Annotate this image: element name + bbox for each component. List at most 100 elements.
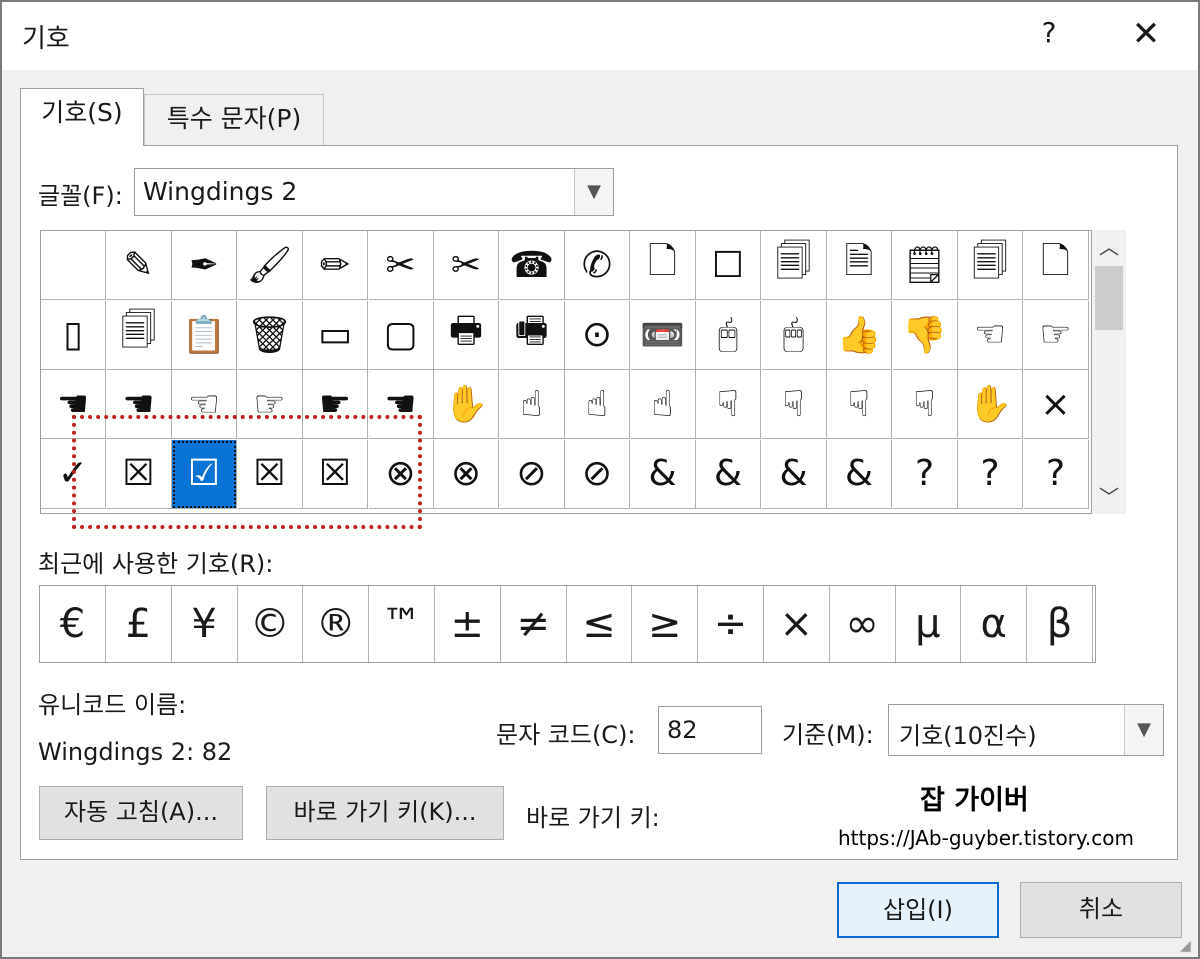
scroll-thumb[interactable]: [1095, 266, 1123, 330]
symbol-cell[interactable]: 🗐: [106, 300, 172, 370]
symbol-cell[interactable]: ☞: [1023, 300, 1089, 370]
symbol-cell[interactable]: &: [827, 439, 892, 509]
chevron-down-icon[interactable]: ▼: [574, 169, 613, 215]
highlight-annotation: [72, 415, 422, 529]
insert-button[interactable]: 삽입(I): [837, 882, 999, 938]
recent-symbol-cell[interactable]: ™: [369, 586, 435, 662]
recent-symbol-cell[interactable]: β: [1027, 586, 1093, 662]
resize-grip-icon[interactable]: ◢: [1180, 939, 1194, 953]
recent-symbol-cell[interactable]: ≠: [501, 586, 567, 662]
tab-symbols[interactable]: 기호(S): [20, 88, 144, 146]
symbol-cell[interactable]: ☐: [696, 231, 761, 300]
symbol-cell[interactable]: 🖶: [434, 300, 499, 370]
symbol-cell[interactable]: ▢: [368, 300, 434, 370]
watermark-url: https://JAb-guyber.tistory.com: [838, 826, 1134, 850]
char-code-input[interactable]: 82: [658, 706, 762, 754]
symbol-cell[interactable]: ☝: [565, 370, 630, 439]
tab-special-characters[interactable]: 특수 문자(P): [144, 94, 324, 146]
recent-symbols-grid[interactable]: € £ ¥ © ® ™ ± ≠ ≤ ≥ ÷ × ∞ μ α β: [39, 585, 1096, 663]
symbol-cell[interactable]: ☟: [761, 370, 827, 439]
symbol-cell[interactable]: 🖱: [761, 300, 827, 370]
symbol-cell[interactable]: &: [696, 439, 761, 509]
symbol-cell[interactable]: ☟: [827, 370, 892, 439]
help-button[interactable]: ?: [1032, 16, 1066, 49]
symbol-grid-scrollbar[interactable]: ︿ ﹀: [1092, 230, 1126, 514]
scroll-down-icon[interactable]: ﹀: [1092, 482, 1126, 512]
symbol-cell[interactable]: ☝: [630, 370, 696, 439]
chevron-down-icon[interactable]: ▼: [1124, 705, 1163, 755]
symbol-cell[interactable]: 🗑: [237, 300, 303, 370]
recent-symbol-cell[interactable]: ±: [435, 586, 501, 662]
symbol-dialog: 기호 ? ✕ 기호(S) 특수 문자(P) 글꼴(F): Wingdings 2…: [0, 0, 1200, 959]
title-bar: 기호 ? ✕: [2, 2, 1198, 70]
symbol-cell[interactable]: &: [630, 439, 696, 509]
symbol-cell[interactable]: ?: [892, 439, 958, 509]
symbol-cell[interactable]: ✏: [303, 231, 368, 300]
unicode-name-label: 유니코드 이름:: [38, 691, 187, 719]
symbol-cell[interactable]: 🖰: [696, 300, 761, 370]
symbol-cell[interactable]: 📋: [172, 300, 237, 370]
symbol-cell[interactable]: ?: [958, 439, 1023, 509]
symbol-cell[interactable]: 🗒: [892, 231, 958, 300]
symbol-cell[interactable]: 👍: [827, 300, 892, 370]
symbol-cell[interactable]: ×: [1023, 370, 1089, 439]
font-value: Wingdings 2: [143, 177, 298, 206]
recent-symbol-cell[interactable]: α: [961, 586, 1028, 662]
symbol-cell[interactable]: ⊘: [499, 439, 565, 509]
symbol-cell[interactable]: 📼: [630, 300, 696, 370]
base-dropdown[interactable]: 기호(10진수) ▼: [888, 704, 1164, 756]
symbol-cell[interactable]: 🗐: [761, 231, 827, 300]
cancel-button[interactable]: 취소: [1020, 882, 1182, 938]
symbol-cell[interactable]: ▭: [303, 300, 368, 370]
unicode-name-value: Wingdings 2: 82: [38, 738, 233, 766]
symbol-cell[interactable]: ✒: [172, 231, 237, 300]
font-label: 글꼴(F):: [38, 182, 123, 210]
watermark-title: 잡 가이버: [920, 785, 1029, 816]
recent-symbol-cell[interactable]: μ: [895, 586, 962, 662]
symbol-cell[interactable]: ✎: [106, 231, 172, 300]
symbol-cell[interactable]: ?: [1023, 439, 1089, 509]
symbol-cell[interactable]: ✂: [434, 231, 499, 300]
symbol-cell[interactable]: ☜: [958, 300, 1023, 370]
symbol-cell[interactable]: 🗋: [630, 231, 696, 300]
symbol-cell[interactable]: ⊗: [434, 439, 499, 509]
recent-symbol-cell[interactable]: ≤: [566, 586, 633, 662]
recent-symbol-cell[interactable]: ×: [764, 586, 830, 662]
recent-symbol-cell[interactable]: ≥: [632, 586, 699, 662]
symbol-cell[interactable]: 🖷: [499, 300, 565, 370]
dialog-title: 기호: [22, 24, 70, 54]
char-code-label: 문자 코드(C):: [496, 721, 636, 749]
autocorrect-button[interactable]: 자동 고침(A)...: [39, 786, 243, 840]
recent-symbol-cell[interactable]: ÷: [698, 586, 764, 662]
font-dropdown[interactable]: Wingdings 2 ▼: [134, 168, 614, 216]
symbol-cell[interactable]: ⊙: [565, 300, 630, 370]
symbol-cell[interactable]: ✂: [368, 231, 434, 300]
recent-symbol-cell[interactable]: £: [106, 586, 172, 662]
close-icon[interactable]: ✕: [1126, 14, 1166, 54]
symbol-cell[interactable]: ☟: [696, 370, 761, 439]
scroll-up-icon[interactable]: ︿: [1092, 232, 1126, 262]
symbol-cell[interactable]: ☟: [892, 370, 958, 439]
symbol-cell[interactable]: 🗋: [1023, 231, 1089, 300]
recent-symbol-cell[interactable]: ¥: [172, 586, 238, 662]
shortcut-key-label: 바로 가기 키:: [526, 804, 660, 832]
symbol-cell[interactable]: ✋: [434, 370, 499, 439]
recent-symbol-cell[interactable]: ∞: [830, 586, 896, 662]
symbol-cell[interactable]: &: [761, 439, 827, 509]
symbol-cell[interactable]: 🗎: [827, 231, 892, 300]
recent-symbol-cell[interactable]: €: [40, 586, 106, 662]
symbol-cell[interactable]: [41, 231, 106, 300]
recent-symbol-cell[interactable]: ©: [237, 586, 304, 662]
symbol-cell[interactable]: 🖌: [237, 231, 303, 300]
symbol-cell[interactable]: ☝: [499, 370, 565, 439]
symbol-cell[interactable]: ⊘: [565, 439, 630, 509]
base-value: 기호(10진수): [899, 722, 1037, 750]
symbol-cell[interactable]: 🗐: [958, 231, 1023, 300]
symbol-cell[interactable]: ☎: [499, 231, 565, 300]
shortcut-key-button[interactable]: 바로 가기 키(K)...: [266, 786, 504, 840]
symbol-cell[interactable]: ✋: [958, 370, 1023, 439]
symbol-cell[interactable]: ▯: [41, 300, 106, 370]
symbol-cell[interactable]: 👎: [892, 300, 958, 370]
symbol-cell[interactable]: ✆: [565, 231, 630, 300]
recent-symbol-cell[interactable]: ®: [303, 586, 370, 662]
